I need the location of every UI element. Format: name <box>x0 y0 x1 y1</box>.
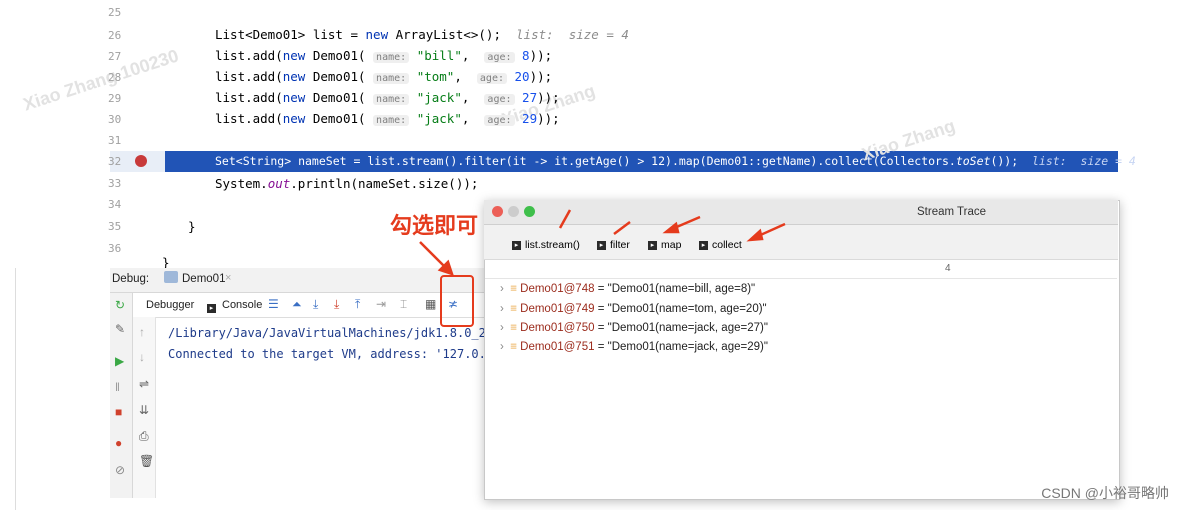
footer-credit: CSDN @小裕哥略帅 <box>1041 485 1169 501</box>
arrow-to-stream-tab <box>558 209 572 229</box>
arrow-to-trace-button <box>419 241 447 269</box>
arrow-to-filter-tab <box>613 221 631 235</box>
arrowhead <box>662 221 680 234</box>
arrowhead <box>746 228 764 242</box>
annotation-arrows <box>419 209 786 276</box>
